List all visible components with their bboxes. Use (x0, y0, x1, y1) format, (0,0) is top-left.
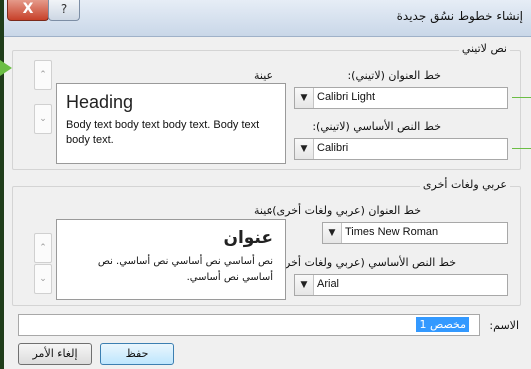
arabic-group-title: عربي ولغات أخرى (419, 178, 510, 191)
cancel-button[interactable]: إلغاء الأمر (18, 343, 92, 365)
arabic-sample-preview: عنوان نص أساسي نص أساسي نص أساسي. نص أسا… (56, 219, 286, 300)
close-button[interactable]: X (7, 0, 49, 21)
latin-body-font-combo[interactable]: ▼ Calibri (294, 138, 508, 160)
help-button[interactable]: ? (48, 0, 80, 21)
create-theme-fonts-dialog: X ? إنشاء خطوط نسُق جديدة نص لاتيني خط ا… (4, 0, 531, 369)
connector-line (512, 97, 531, 98)
chevron-down-icon[interactable]: ▼ (295, 139, 314, 159)
connector-line (512, 148, 531, 149)
arabic-body-label: خط النص الأساسي (عربي ولغات أخرى): (268, 256, 456, 269)
arabic-body-font-value: Arial (317, 278, 340, 290)
arabic-scroll-up-button[interactable]: ⌃ (34, 233, 52, 263)
arabic-scroll-down-button[interactable]: ⌄ (34, 264, 52, 294)
latin-group-title: نص لاتيني (458, 42, 510, 55)
latin-scroll-down-button[interactable]: ⌄ (34, 104, 52, 134)
latin-scroll-up-button[interactable]: ⌃ (34, 60, 52, 90)
chevron-up-icon: ⌃ (39, 70, 47, 80)
latin-sample-body: Body text body text body text. Body text… (66, 119, 260, 146)
latin-heading-label: خط العنوان (لاتيني): (347, 69, 441, 82)
title-bar: X ? إنشاء خطوط نسُق جديدة (4, 0, 531, 37)
latin-body-label: خط النص الأساسي (لاتيني): (312, 120, 441, 133)
latin-heading-font-combo[interactable]: ▼ Calibri Light (294, 87, 508, 109)
chevron-down-icon[interactable]: ▼ (295, 88, 314, 108)
chevron-up-icon: ⌃ (39, 243, 47, 253)
name-input-value: مخصص 1 (416, 317, 469, 332)
chevron-down-icon[interactable]: ▼ (295, 275, 314, 295)
arabic-sample-label: عينة (254, 204, 274, 217)
arabic-body-font-combo[interactable]: ▼ Arial (294, 274, 508, 296)
name-label: الاسم: (489, 319, 519, 332)
close-icon: X (22, 1, 34, 17)
save-button[interactable]: حفظ (100, 343, 174, 365)
dialog-title: إنشاء خطوط نسُق جديدة (396, 9, 523, 23)
latin-sample-heading: Heading (66, 92, 134, 112)
arabic-heading-font-combo[interactable]: ▼ Times New Roman (322, 222, 508, 244)
latin-sample-label: عينة (254, 69, 274, 82)
latin-heading-font-value: Calibri Light (317, 91, 376, 103)
chevron-down-icon: ⌄ (39, 274, 47, 284)
arrow-right-icon (0, 60, 12, 76)
arabic-heading-font-value: Times New Roman (345, 226, 439, 238)
name-input[interactable]: مخصص 1 (18, 314, 480, 336)
chevron-down-icon: ⌄ (39, 114, 47, 124)
chevron-down-icon[interactable]: ▼ (323, 223, 342, 243)
help-icon: ? (60, 2, 68, 16)
arabic-sample-heading: عنوان (223, 228, 273, 248)
latin-sample-preview: Heading Body text body text body text. B… (56, 83, 286, 164)
arabic-heading-label: خط العنوان (عربي ولغات أخرى): (268, 204, 421, 217)
latin-body-font-value: Calibri (317, 142, 349, 154)
arabic-sample-body: نص أساسي نص أساسي نص أساسي. نص أساسي نص … (97, 256, 273, 283)
